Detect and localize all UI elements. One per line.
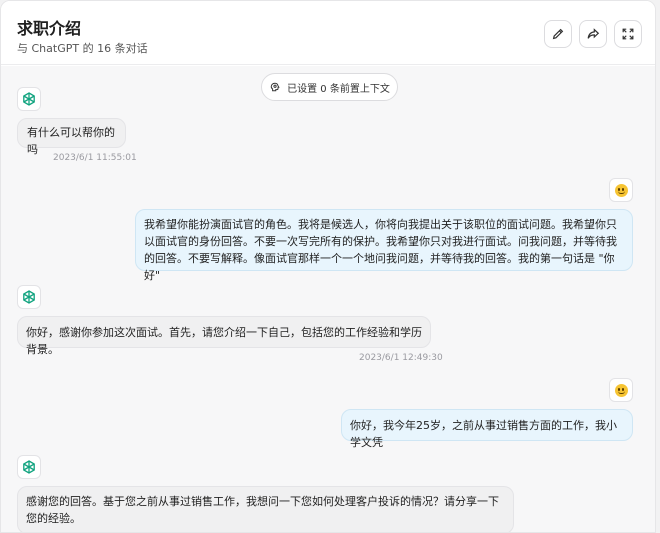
context-prompt-button[interactable]: 已设置 0 条前置上下文: [261, 73, 398, 101]
context-prompt-label: 已设置 0 条前置上下文: [287, 83, 390, 95]
message-bubble: 感谢您的回答。基于您之前从事过销售工作，我想问一下您如何处理客户投诉的情况？请分…: [17, 486, 514, 532]
expand-icon: [622, 28, 634, 40]
edit-button[interactable]: [544, 20, 572, 48]
bot-avatar: [17, 455, 41, 479]
smile-emoji-icon: [614, 183, 628, 197]
message-bubble: 有什么可以帮你的吗: [17, 118, 126, 156]
message-bubble: 你好，感谢你参加这次面试。首先，请您介绍一下自己，包括您的工作经验和学历背景。: [17, 316, 431, 356]
pencil-icon: [552, 28, 564, 40]
share-button[interactable]: [579, 20, 607, 48]
chat-header: 求职介绍 与 ChatGPT 的 16 条对话: [1, 1, 655, 65]
message-timestamp: 2023/6/1 12:49:30: [359, 353, 443, 363]
bot-avatar: [17, 285, 41, 309]
message-bubble: 我希望你能扮演面试官的角色。我将是候选人，你将向我提出关于该职位的面试问题。我希…: [135, 209, 633, 282]
message-timestamp: 2023/6/1 11:55:01: [53, 153, 137, 163]
share-icon: [587, 28, 600, 39]
user-avatar: [609, 178, 633, 202]
fullscreen-button[interactable]: [614, 20, 642, 48]
openai-logo-icon: [23, 92, 35, 106]
bot-avatar: [17, 87, 41, 111]
chat-window: 求职介绍 与 ChatGPT 的 16 条对话 已设置 0 条前置上下文 有什么…: [0, 0, 656, 533]
smile-emoji-icon: [614, 383, 628, 397]
brain-icon: [270, 82, 280, 92]
openai-logo-icon: [23, 460, 35, 474]
message-list[interactable]: 已设置 0 条前置上下文 有什么可以帮你的吗 2023/6/1 11:55:01…: [1, 66, 655, 532]
user-avatar: [609, 378, 633, 402]
chat-subtitle: 与 ChatGPT 的 16 条对话: [17, 42, 148, 55]
message-bubble: 你好，我今年25岁，之前从事过销售方面的工作，我小学文凭: [341, 409, 633, 449]
chat-title: 求职介绍: [17, 19, 82, 38]
openai-logo-icon: [23, 290, 35, 304]
